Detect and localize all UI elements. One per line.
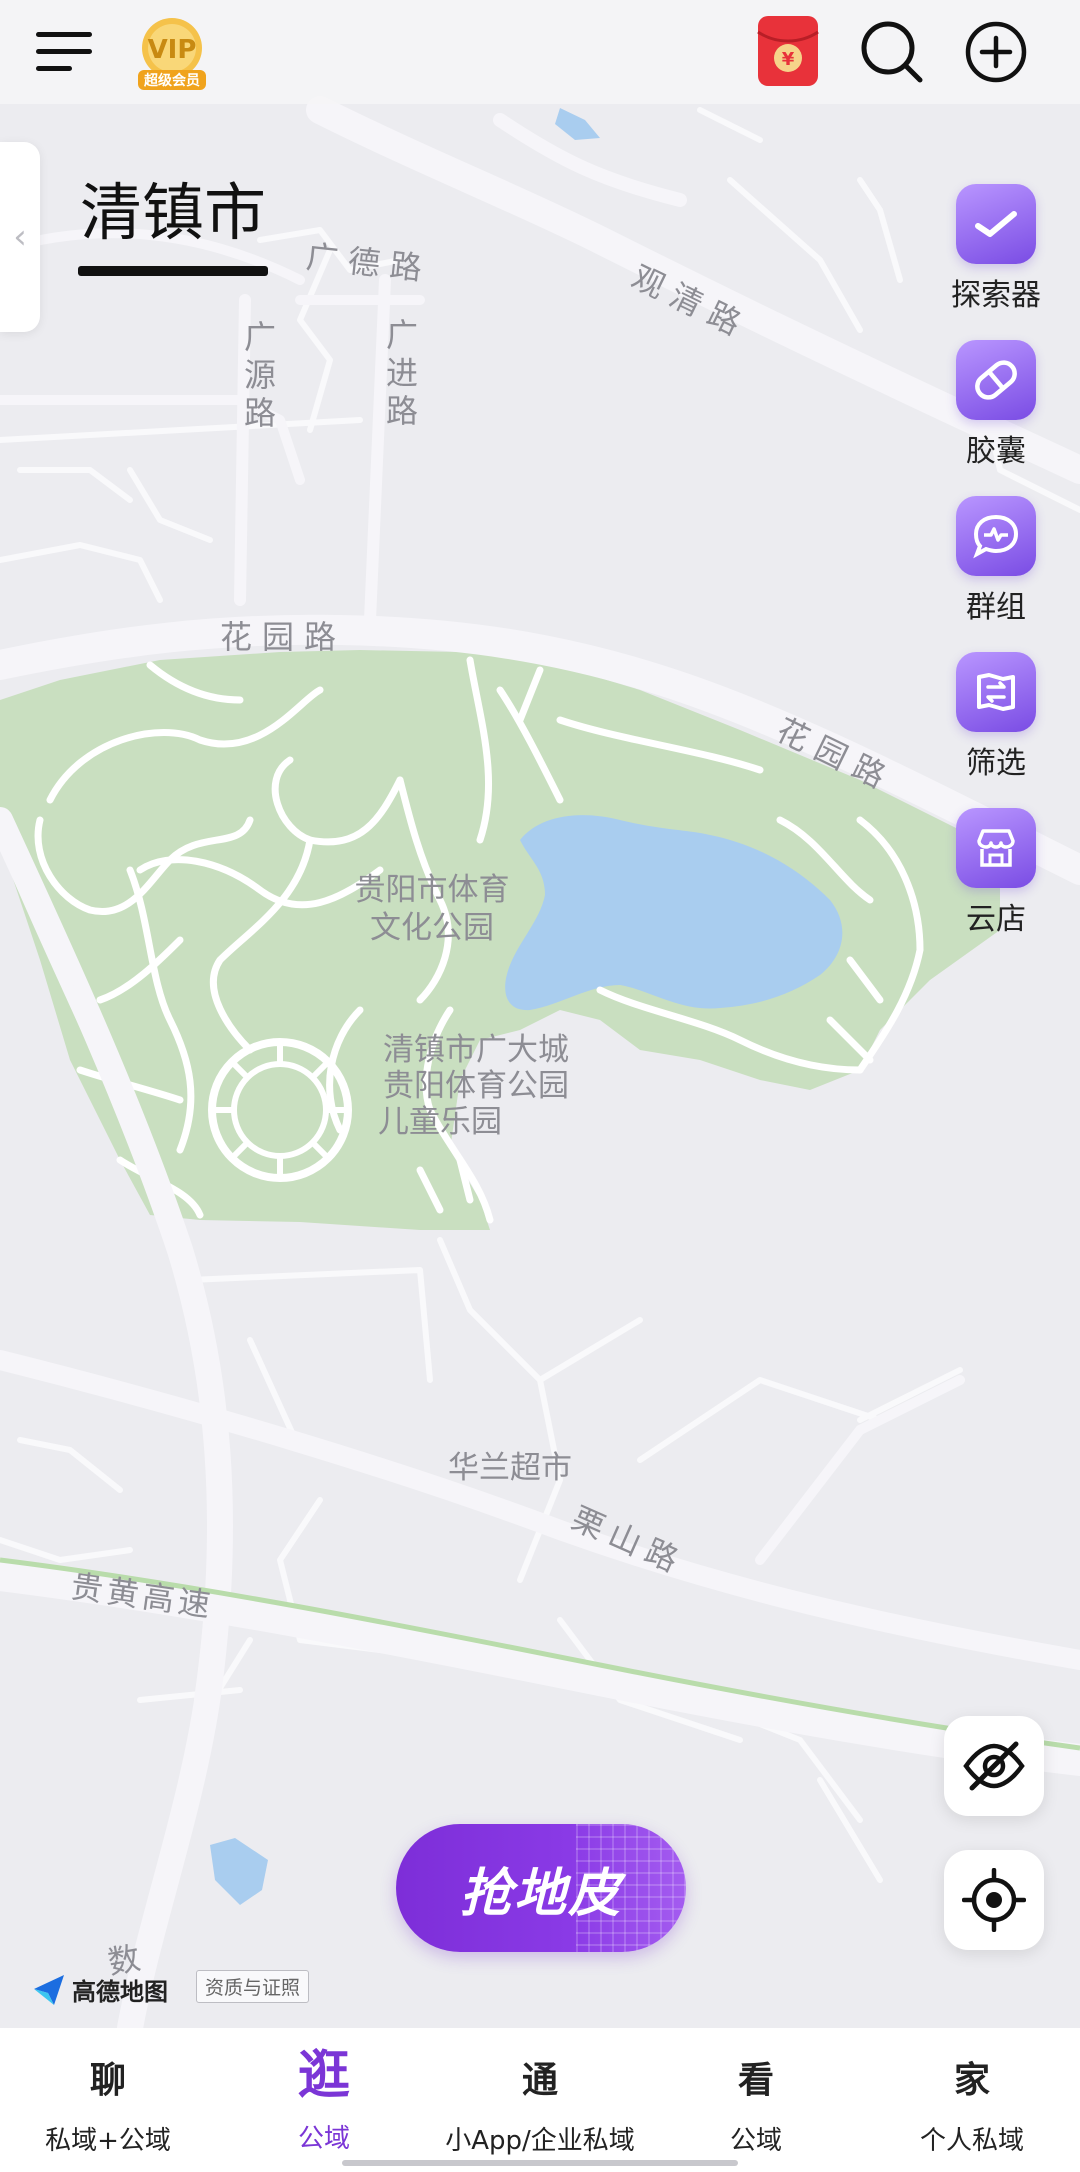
- grab-land-label: 抢地皮: [459, 1863, 622, 1924]
- nav-tab-home[interactable]: 家 个人私域: [864, 2028, 1080, 2172]
- explorer-icon: [956, 184, 1036, 264]
- locate-icon: [962, 1868, 1026, 1932]
- top-bar: VIP 超级会员 ¥: [0, 0, 1080, 104]
- map-canvas[interactable]: 广德路 观清路 花园路 花园路 贵黄高速 栗山路 数 广源路 广进路 贵阳市体育…: [0, 0, 1080, 2028]
- amap-logo-text: 高德地图: [72, 1978, 168, 2006]
- cloud-store-icon: [956, 808, 1036, 888]
- tool-cloud-store-label: 云店: [966, 902, 1026, 937]
- tool-group-label: 群组: [966, 590, 1026, 625]
- amap-arrow-icon: [34, 1974, 64, 2005]
- city-title-underline: [78, 266, 268, 276]
- locate-button[interactable]: [944, 1850, 1044, 1950]
- nav-tab-chat[interactable]: 聊 私域+公域: [0, 2028, 216, 2172]
- nav-tab-home-title: 家: [953, 2060, 990, 2101]
- license-link[interactable]: 资质与证照: [196, 1970, 310, 2003]
- nav-tab-browse-subtitle: 公域: [297, 2124, 350, 2154]
- add-circle-icon[interactable]: [964, 20, 1028, 84]
- nav-tab-connect-subtitle: 小App/企业私域: [445, 2126, 635, 2156]
- tool-capsule[interactable]: 胶囊: [950, 340, 1042, 470]
- search-icon[interactable]: [860, 20, 924, 84]
- park-name-line-2: 文化公园: [370, 910, 494, 946]
- vip-badge-text: 超级会员: [143, 72, 200, 89]
- grab-land-button[interactable]: 抢地皮: [396, 1824, 686, 1952]
- capsule-icon: [956, 340, 1036, 420]
- tool-explorer[interactable]: 探索器: [950, 184, 1042, 314]
- playground-name-line-2: 贵阳体育公园: [383, 1068, 569, 1104]
- chevron-left-icon: ‹: [13, 217, 27, 257]
- tool-explorer-label: 探索器: [951, 278, 1041, 313]
- hide-toggle-button[interactable]: [944, 1716, 1044, 1816]
- nav-tab-browse-title: 逛: [297, 2046, 350, 2106]
- side-drawer-handle[interactable]: ‹: [0, 142, 40, 332]
- city-title[interactable]: 清镇市: [80, 182, 266, 244]
- nav-tab-connect[interactable]: 通 小App/企业私域: [432, 2028, 648, 2172]
- bottom-nav: 聊 私域+公域 逛 公域 通 小App/企业私域 看 公域 家 个人私域: [0, 2028, 1080, 2172]
- tool-capsule-label: 胶囊: [966, 434, 1026, 469]
- road-label-guangyuan: 广源路: [239, 320, 277, 434]
- tool-filter-label: 筛选: [966, 746, 1026, 781]
- filter-icon: [956, 652, 1036, 732]
- eye-off-icon: [963, 1741, 1025, 1791]
- nav-tab-chat-title: 聊: [89, 2060, 126, 2101]
- playground-name-line-1: 清镇市广大城: [383, 1032, 569, 1068]
- nav-tab-watch-title: 看: [737, 2060, 774, 2101]
- park-name-line-1: 贵阳市体育: [355, 872, 510, 908]
- svg-text:¥: ¥: [782, 49, 795, 70]
- nav-tab-connect-title: 通: [521, 2060, 558, 2101]
- playground-name-line-3: 儿童乐园: [378, 1104, 502, 1140]
- group-chat-icon: [956, 496, 1036, 576]
- nav-tab-browse[interactable]: 逛 公域: [216, 2028, 432, 2172]
- road-label-guangjin: 广进路: [381, 318, 419, 432]
- nav-tab-home-subtitle: 个人私域: [919, 2126, 1024, 2156]
- vip-badge-letter: VIP: [148, 35, 197, 65]
- home-indicator[interactable]: [342, 2160, 738, 2166]
- tool-cloud-store[interactable]: 云店: [950, 808, 1042, 938]
- tool-group[interactable]: 群组: [950, 496, 1042, 626]
- tool-filter[interactable]: 筛选: [950, 652, 1042, 782]
- nav-tab-watch[interactable]: 看 公域: [648, 2028, 864, 2172]
- nav-tab-watch-subtitle: 公域: [729, 2126, 782, 2156]
- road-label-huayuan-1: 花园路: [220, 618, 346, 656]
- nav-tab-chat-subtitle: 私域+公域: [45, 2126, 171, 2156]
- amap-logo: 高德地图: [32, 1972, 168, 2007]
- vip-badge-icon[interactable]: VIP 超级会员: [132, 12, 212, 92]
- menu-icon[interactable]: [36, 30, 96, 74]
- red-envelope-icon[interactable]: ¥: [756, 14, 820, 88]
- market-name: 华兰超市: [448, 1450, 572, 1486]
